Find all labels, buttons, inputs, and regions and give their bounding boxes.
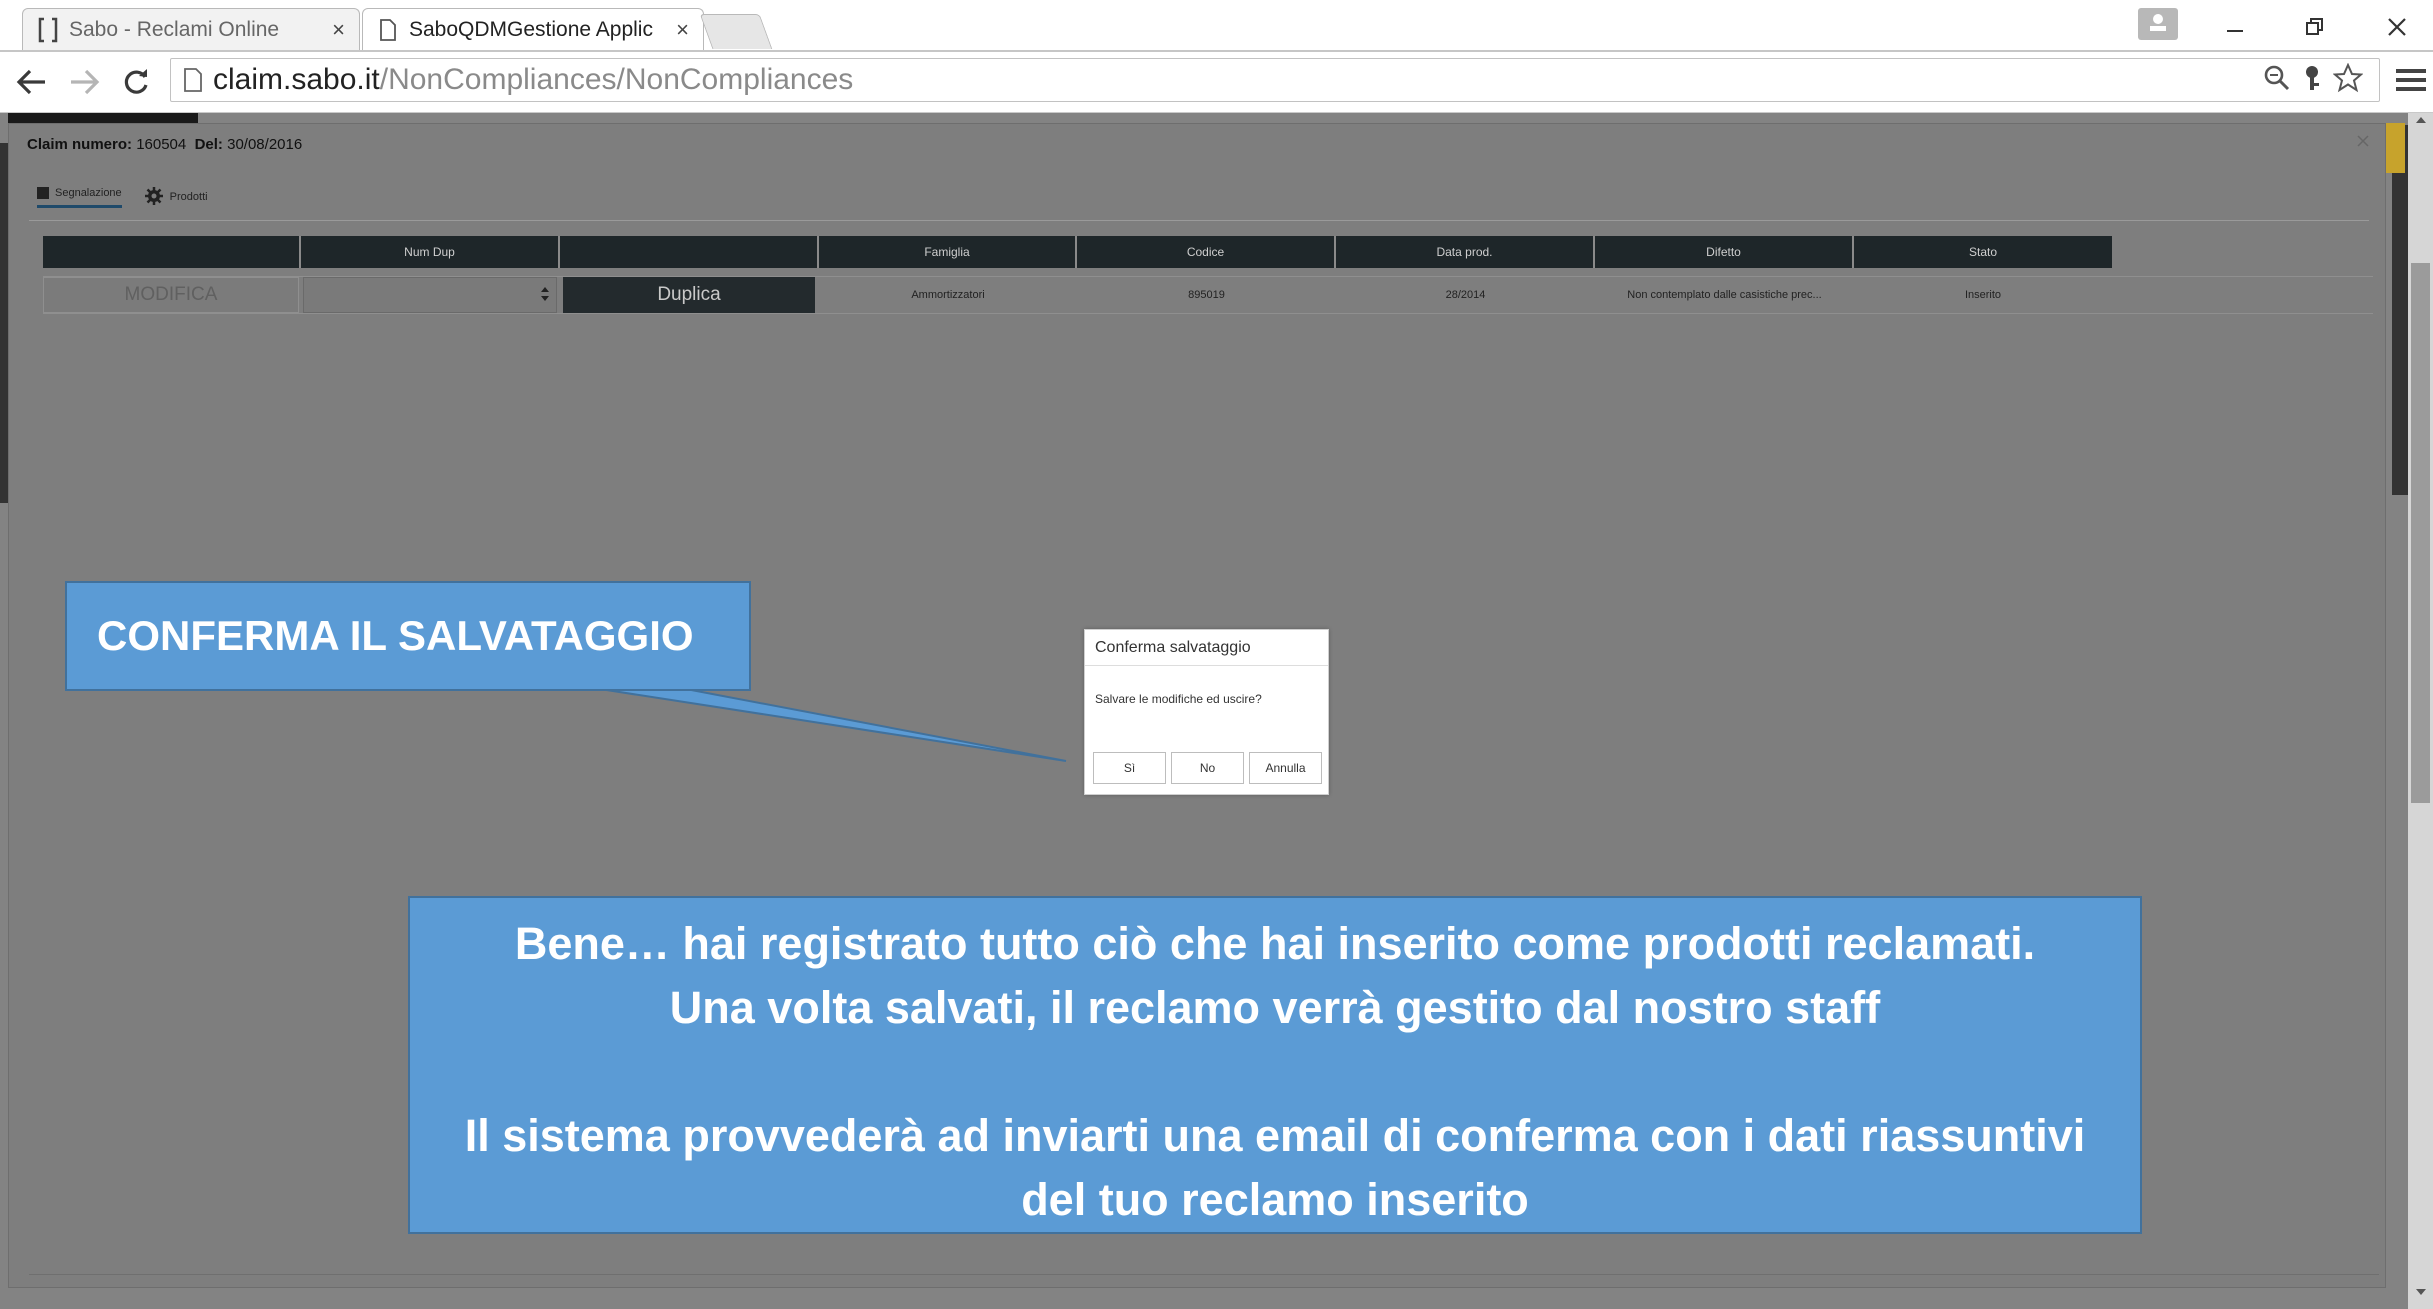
address-toolbar: claim.sabo.it/NonCompliances/NonComplian… [0,52,2433,113]
url-path: /NonCompliances/NonCompliances [379,63,854,96]
tab-label: Prodotti [169,191,208,203]
confirm-save-callout: CONFERMA IL SALVATAGGIO [65,581,751,691]
confirm-save-dialog: Conferma salvataggio Salvare le modifich… [1084,629,1329,795]
url-bar[interactable]: claim.sabo.it/NonCompliances/NonComplian… [170,58,2380,102]
profile-icon[interactable] [2138,8,2178,40]
page-icon [184,68,202,92]
claim-date: 30/08/2016 [227,136,303,153]
close-window-icon[interactable] [2372,0,2422,54]
info-line-2: Una volta salvati, il reclamo verrà gest… [669,982,1881,1033]
page-favicon-icon [377,17,399,43]
scroll-up-icon[interactable] [2408,113,2433,135]
reload-icon[interactable] [116,62,156,102]
claim-number: 160504 [136,136,187,153]
duplica-button[interactable]: Duplica [563,277,815,313]
bookmark-star-icon[interactable] [2332,62,2364,100]
tab-segnalazione[interactable]: Segnalazione [37,186,122,208]
claim-date-label: Del: [194,136,223,153]
tab-title: SaboQDMGestione Applic [409,17,653,41]
minimize-icon[interactable] [2210,0,2260,54]
column-header-difetto[interactable]: Difetto [1595,236,1854,268]
loading-favicon-icon [37,17,59,43]
new-tab-button[interactable] [699,14,773,49]
modal-footer-line [29,1274,2379,1275]
info-line-1: Bene… hai registrato tutto ciò che hai i… [514,918,2036,969]
cell-data-prod: 28/2014 [1445,289,1486,301]
table-row: MODIFICA Duplica Ammortizzatori 895019 2… [43,276,2373,314]
column-header-codice[interactable]: Codice [1077,236,1336,268]
cell-famiglia: Ammortizzatori [911,289,985,301]
background-image-right [2392,125,2408,495]
back-icon[interactable] [12,62,52,102]
tab-separator [29,220,2369,221]
gear-icon [144,186,164,209]
forward-icon[interactable] [64,62,104,102]
info-line-3: Il sistema provvederà ad inviarti una em… [464,1110,2086,1161]
tab-prodotti[interactable]: Prodotti [144,186,208,209]
column-header-action [43,236,301,268]
info-line-4: del tuo reclamo inserito [1021,1174,1529,1225]
document-icon [37,186,49,199]
key-icon[interactable] [2301,64,2323,99]
modal-tabs: Segnalazione Prodotti [37,186,208,208]
scrollbar-thumb[interactable] [2411,263,2430,803]
claim-header: Claim numero: 160504 Del: 30/08/2016 [27,136,302,153]
tab-label: Segnalazione [55,186,122,199]
column-header-data-prod[interactable]: Data prod. [1336,236,1595,268]
tab-sabo-reclami[interactable]: Sabo - Reclami Online × [22,8,360,50]
num-dup-stepper[interactable] [303,277,557,313]
column-header-famiglia[interactable]: Famiglia [819,236,1077,268]
menu-icon[interactable] [2396,64,2426,98]
cell-codice: 895019 [1188,289,1225,301]
yes-button[interactable]: Sì [1093,752,1166,784]
no-button[interactable]: No [1171,752,1244,784]
tab-close-icon[interactable]: × [332,17,345,43]
dialog-message: Salvare le modifiche ed uscire? [1095,692,1262,706]
scroll-down-icon[interactable] [2408,1285,2433,1307]
cell-stato: Inserito [1964,289,2002,301]
column-header-num-dup[interactable]: Num Dup [301,236,560,268]
claim-number-label: Claim numero: [27,136,133,153]
browser-tab-bar: Sabo - Reclami Online × SaboQDMGestione … [0,0,2433,54]
column-header-stato[interactable]: Stato [1854,236,2112,268]
page-scrollbar[interactable] [2408,113,2433,1309]
modifica-button[interactable]: MODIFICA [43,277,299,313]
stepper-arrows-icon[interactable] [540,285,550,306]
zoom-icon[interactable] [2263,64,2291,99]
dialog-title: Conferma salvataggio [1085,630,1328,666]
info-callout: Bene… hai registrato tutto ciò che hai i… [408,896,2142,1234]
column-header-duplicate [560,236,819,268]
cell-difetto: Non contemplato dalle casistiche prec... [1627,289,1822,301]
cancel-button[interactable]: Annulla [1249,752,1322,784]
modal-close-icon[interactable] [2357,134,2369,152]
tab-sabo-qdm[interactable]: SaboQDMGestione Applic × [362,8,704,50]
tab-close-icon[interactable]: × [676,17,689,43]
restore-icon[interactable] [2290,0,2340,54]
url-host: claim.sabo.it [213,63,380,96]
tab-title: Sabo - Reclami Online [69,17,280,41]
